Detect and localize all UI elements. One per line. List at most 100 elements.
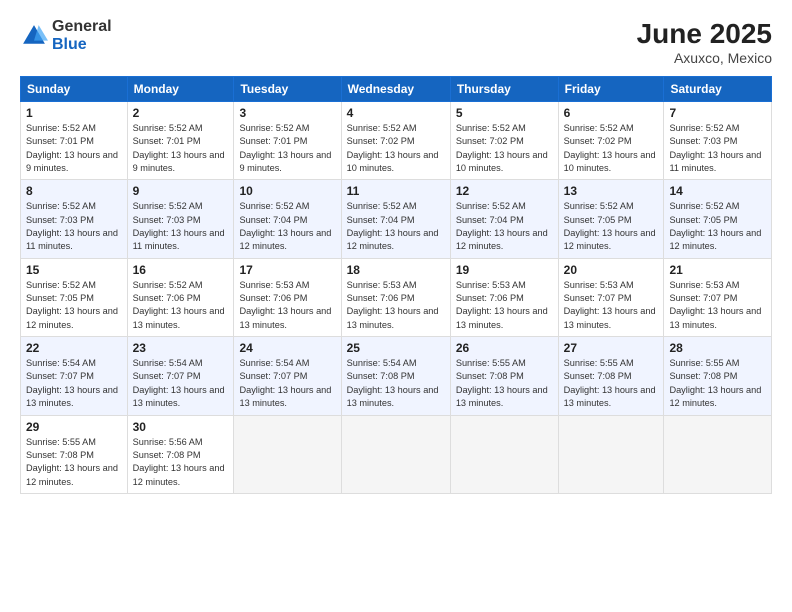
calendar-cell: 4 Sunrise: 5:52 AMSunset: 7:02 PMDaylight…	[341, 102, 450, 180]
header: General Blue June 2025 Axuxco, Mexico	[20, 18, 772, 66]
calendar-cell: 3 Sunrise: 5:52 AMSunset: 7:01 PMDaylight…	[234, 102, 341, 180]
day-info: Sunrise: 5:52 AMSunset: 7:01 PMDaylight:…	[26, 122, 122, 175]
calendar-cell: 8 Sunrise: 5:52 AMSunset: 7:03 PMDaylight…	[21, 180, 128, 258]
logo-text: General Blue	[52, 18, 112, 53]
day-number: 11	[347, 184, 445, 198]
day-number: 16	[133, 263, 229, 277]
calendar-cell	[341, 415, 450, 493]
page: General Blue June 2025 Axuxco, Mexico Su…	[0, 0, 792, 612]
day-info: Sunrise: 5:52 AMSunset: 7:03 PMDaylight:…	[26, 200, 122, 253]
calendar-cell: 10Sunrise: 5:52 AMSunset: 7:04 PMDayligh…	[234, 180, 341, 258]
calendar-cell: 12 Sunrise: 5:52 AMSunset: 7:04 PMDayligh…	[450, 180, 558, 258]
day-info: Sunrise: 5:52 AMSunset: 7:04 PMDaylight:…	[456, 200, 553, 253]
day-info: Sunrise: 5:52 AMSunset: 7:04 PMDaylight:…	[239, 200, 335, 253]
calendar-cell: 19Sunrise: 5:53 AMSunset: 7:06 PMDayligh…	[450, 258, 558, 336]
calendar-cell: 27Sunrise: 5:55 AMSunset: 7:08 PMDayligh…	[558, 337, 664, 415]
calendar-cell: 23 Sunrise: 5:54 AMSunset: 7:07 PMDayligh…	[127, 337, 234, 415]
day-info: Sunrise: 5:52 AMSunset: 7:05 PMDaylight:…	[669, 200, 766, 253]
day-number: 2	[133, 106, 229, 120]
logo-general: General	[52, 18, 112, 36]
calendar-week-row: 1 Sunrise: 5:52 AMSunset: 7:01 PMDaylight…	[21, 102, 772, 180]
day-number: 30	[133, 420, 229, 434]
day-number: 18	[347, 263, 445, 277]
day-number: 17	[239, 263, 335, 277]
day-number: 21	[669, 263, 766, 277]
day-info: Sunrise: 5:55 AMSunset: 7:08 PMDaylight:…	[564, 357, 659, 410]
calendar-cell	[450, 415, 558, 493]
calendar-week-row: 8 Sunrise: 5:52 AMSunset: 7:03 PMDaylight…	[21, 180, 772, 258]
calendar-cell: 22Sunrise: 5:54 AMSunset: 7:07 PMDayligh…	[21, 337, 128, 415]
day-info: Sunrise: 5:55 AMSunset: 7:08 PMDaylight:…	[669, 357, 766, 410]
day-info: Sunrise: 5:52 AMSunset: 7:01 PMDaylight:…	[239, 122, 335, 175]
day-number: 6	[564, 106, 659, 120]
th-sunday: Sunday	[21, 77, 128, 102]
th-wednesday: Wednesday	[341, 77, 450, 102]
calendar-cell: 30 Sunrise: 5:56 AMSunset: 7:08 PMDayligh…	[127, 415, 234, 493]
th-tuesday: Tuesday	[234, 77, 341, 102]
calendar-cell: 6 Sunrise: 5:52 AMSunset: 7:02 PMDaylight…	[558, 102, 664, 180]
day-number: 15	[26, 263, 122, 277]
day-number: 8	[26, 184, 122, 198]
day-info: Sunrise: 5:52 AMSunset: 7:05 PMDaylight:…	[26, 279, 122, 332]
day-number: 29	[26, 420, 122, 434]
day-number: 1	[26, 106, 122, 120]
day-number: 3	[239, 106, 335, 120]
day-number: 26	[456, 341, 553, 355]
logo: General Blue	[20, 18, 112, 53]
day-info: Sunrise: 5:54 AMSunset: 7:08 PMDaylight:…	[347, 357, 445, 410]
day-info: Sunrise: 5:56 AMSunset: 7:08 PMDaylight:…	[133, 436, 229, 489]
title-block: June 2025 Axuxco, Mexico	[637, 18, 772, 66]
day-number: 23	[133, 341, 229, 355]
day-info: Sunrise: 5:52 AMSunset: 7:01 PMDaylight:…	[133, 122, 229, 175]
calendar-cell: 25Sunrise: 5:54 AMSunset: 7:08 PMDayligh…	[341, 337, 450, 415]
calendar-cell: 9Sunrise: 5:52 AMSunset: 7:03 PMDaylight…	[127, 180, 234, 258]
calendar-week-row: 22 Sunrise: 5:54 AMSunset: 7:07 PMDayligh…	[21, 337, 772, 415]
calendar-cell: 15 Sunrise: 5:52 AMSunset: 7:05 PMDayligh…	[21, 258, 128, 336]
th-saturday: Saturday	[664, 77, 772, 102]
weekday-header-row: Sunday Monday Tuesday Wednesday Thursday…	[21, 77, 772, 102]
calendar-cell: 26Sunrise: 5:55 AMSunset: 7:08 PMDayligh…	[450, 337, 558, 415]
location: Axuxco, Mexico	[637, 50, 772, 66]
day-number: 24	[239, 341, 335, 355]
calendar-cell: 20 Sunrise: 5:53 AMSunset: 7:07 PMDayligh…	[558, 258, 664, 336]
calendar-week-row: 29Sunrise: 5:55 AMSunset: 7:08 PMDayligh…	[21, 415, 772, 493]
calendar-cell: 16 Sunrise: 5:52 AMSunset: 7:06 PMDayligh…	[127, 258, 234, 336]
day-info: Sunrise: 5:53 AMSunset: 7:06 PMDaylight:…	[347, 279, 445, 332]
day-info: Sunrise: 5:53 AMSunset: 7:07 PMDaylight:…	[564, 279, 659, 332]
day-number: 19	[456, 263, 553, 277]
day-number: 13	[564, 184, 659, 198]
day-info: Sunrise: 5:52 AMSunset: 7:04 PMDaylight:…	[347, 200, 445, 253]
calendar: Sunday Monday Tuesday Wednesday Thursday…	[20, 76, 772, 494]
day-info: Sunrise: 5:54 AMSunset: 7:07 PMDaylight:…	[239, 357, 335, 410]
day-info: Sunrise: 5:53 AMSunset: 7:06 PMDaylight:…	[239, 279, 335, 332]
day-info: Sunrise: 5:52 AMSunset: 7:02 PMDaylight:…	[347, 122, 445, 175]
day-info: Sunrise: 5:52 AMSunset: 7:05 PMDaylight:…	[564, 200, 659, 253]
day-number: 12	[456, 184, 553, 198]
logo-icon	[20, 22, 48, 50]
day-number: 22	[26, 341, 122, 355]
month-title: June 2025	[637, 18, 772, 50]
day-info: Sunrise: 5:52 AMSunset: 7:02 PMDaylight:…	[564, 122, 659, 175]
calendar-cell	[558, 415, 664, 493]
calendar-cell	[234, 415, 341, 493]
day-number: 20	[564, 263, 659, 277]
calendar-cell: 2 Sunrise: 5:52 AMSunset: 7:01 PMDaylight…	[127, 102, 234, 180]
day-info: Sunrise: 5:52 AMSunset: 7:06 PMDaylight:…	[133, 279, 229, 332]
calendar-cell: 24 Sunrise: 5:54 AMSunset: 7:07 PMDayligh…	[234, 337, 341, 415]
th-friday: Friday	[558, 77, 664, 102]
calendar-cell: 29Sunrise: 5:55 AMSunset: 7:08 PMDayligh…	[21, 415, 128, 493]
calendar-cell: 18 Sunrise: 5:53 AMSunset: 7:06 PMDayligh…	[341, 258, 450, 336]
calendar-cell: 13 Sunrise: 5:52 AMSunset: 7:05 PMDayligh…	[558, 180, 664, 258]
day-number: 5	[456, 106, 553, 120]
day-info: Sunrise: 5:53 AMSunset: 7:07 PMDaylight:…	[669, 279, 766, 332]
th-monday: Monday	[127, 77, 234, 102]
day-number: 4	[347, 106, 445, 120]
calendar-week-row: 15 Sunrise: 5:52 AMSunset: 7:05 PMDayligh…	[21, 258, 772, 336]
day-info: Sunrise: 5:52 AMSunset: 7:03 PMDaylight:…	[133, 200, 229, 253]
day-number: 7	[669, 106, 766, 120]
day-info: Sunrise: 5:54 AMSunset: 7:07 PMDaylight:…	[133, 357, 229, 410]
calendar-cell: 11 Sunrise: 5:52 AMSunset: 7:04 PMDayligh…	[341, 180, 450, 258]
th-thursday: Thursday	[450, 77, 558, 102]
calendar-cell: 14 Sunrise: 5:52 AMSunset: 7:05 PMDayligh…	[664, 180, 772, 258]
day-number: 14	[669, 184, 766, 198]
